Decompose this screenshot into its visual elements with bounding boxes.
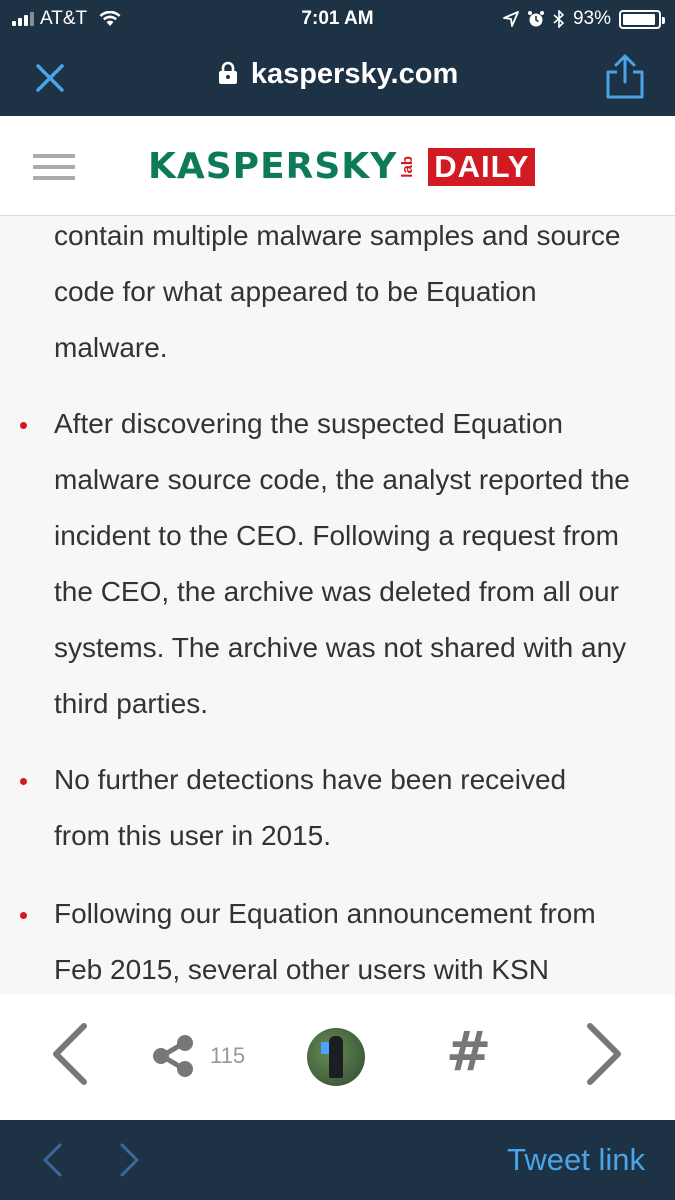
location-arrow-icon (503, 11, 519, 27)
menu-icon[interactable] (33, 154, 75, 184)
article-body: contain multiple malware samples and sou… (0, 216, 675, 994)
lock-icon (218, 61, 237, 84)
tweet-link-button[interactable]: Tweet link (507, 1142, 645, 1178)
bullet-icon (20, 422, 27, 429)
text-line: malware source code, the analyst reporte… (54, 464, 630, 495)
text-line: Feb 2015, several other users with KSN (54, 954, 549, 985)
article-nav-bar: 115 # (0, 994, 675, 1120)
share-count: 115 (210, 1043, 246, 1068)
text-line: After discovering the suspected Equation (54, 408, 563, 439)
logo-kaspersky: KASPERSKY (148, 146, 398, 187)
bullet-icon (20, 778, 27, 785)
text-line: the CEO, the archive was deleted from al… (54, 576, 619, 607)
bluetooth-icon (553, 10, 565, 28)
back-icon[interactable] (40, 1142, 64, 1178)
battery-percent: 93% (572, 8, 611, 29)
paragraph-continued: contain multiple malware samples and sou… (54, 216, 664, 376)
logo-lab: lab (399, 155, 417, 178)
chevron-left-icon[interactable] (48, 1022, 90, 1086)
text-line: from this user in 2015. (54, 820, 332, 851)
url-text: kaspersky.com (250, 58, 459, 90)
chevron-right-icon[interactable] (584, 1022, 626, 1086)
share-button[interactable]: 115 (152, 1034, 245, 1078)
share-nodes-icon (153, 1035, 193, 1077)
in-app-browser-toolbar: Tweet link (0, 1120, 675, 1200)
text-line: code for what appeared to be Equation (54, 276, 537, 307)
text-line: systems. The archive was not shared with… (54, 632, 627, 663)
text-line: Following our Equation announcement from (54, 898, 596, 929)
browser-chrome: AT&T 7:01 AM 93% kaspersky.com (0, 0, 675, 116)
text-line: incident to the CEO. Following a request… (54, 520, 619, 551)
author-avatar[interactable] (307, 1028, 365, 1086)
site-header: KASPERSKY lab DAILY (0, 116, 675, 216)
text-line: malware. (54, 332, 168, 363)
alarm-icon (527, 11, 544, 27)
bullet-icon (20, 912, 27, 919)
list-item: After discovering the suspected Equation… (54, 396, 664, 732)
share-icon[interactable] (603, 52, 647, 100)
kaspersky-daily-logo[interactable]: KASPERSKY lab DAILY (148, 146, 536, 187)
logo-daily: DAILY (428, 147, 536, 186)
text-line: third parties. (54, 688, 209, 719)
battery-icon (619, 9, 665, 29)
status-bar: AT&T 7:01 AM 93% (0, 0, 675, 38)
text-line: No further detections have been received (54, 764, 567, 795)
list-item: No further detections have been received… (54, 752, 664, 864)
text-line: contain multiple malware samples and sou… (54, 220, 621, 251)
forward-icon[interactable] (118, 1142, 142, 1178)
address-field[interactable]: kaspersky.com (0, 58, 675, 91)
list-item: Following our Equation announcement from… (54, 886, 664, 994)
hashtag-icon[interactable]: # (446, 1020, 491, 1083)
url-bar: kaspersky.com (0, 40, 675, 116)
